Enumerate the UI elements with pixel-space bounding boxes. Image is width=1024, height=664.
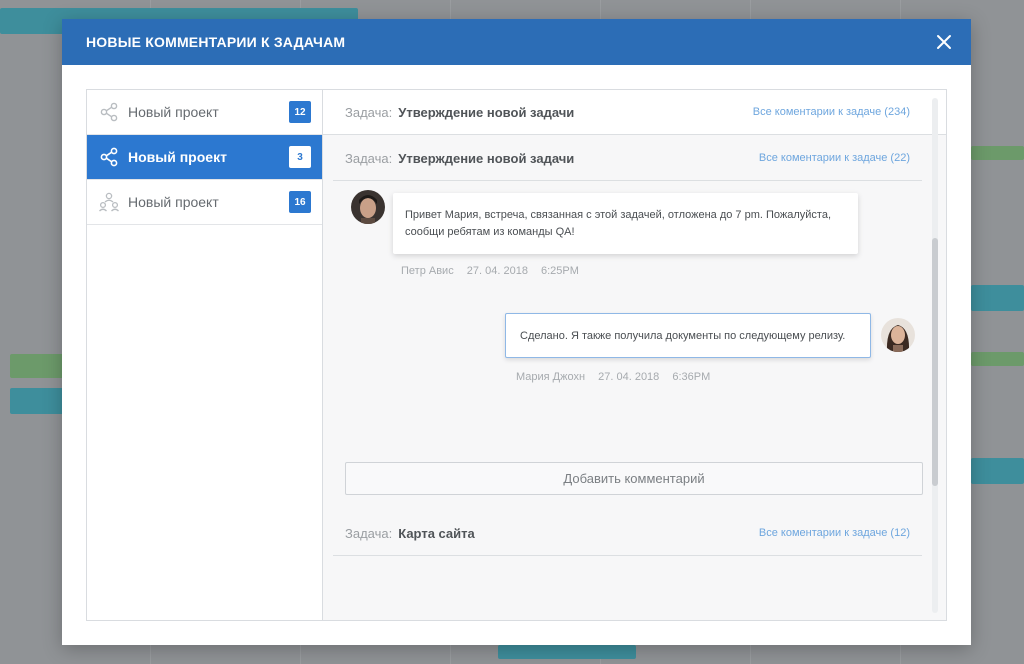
sidebar-item-label: Новый проект <box>128 104 219 120</box>
comment-date: 27. 04. 2018 <box>466 265 528 277</box>
avatar <box>881 318 915 352</box>
gantt-bar <box>971 146 1024 160</box>
sidebar-item-project-1[interactable]: Новый проект 12 <box>87 90 322 135</box>
gantt-bar <box>10 388 64 414</box>
avatar <box>351 190 385 224</box>
comments-panel: Задача: Утверждение новой задачи Все ком… <box>323 90 946 620</box>
count-badge: 3 <box>289 146 311 168</box>
gantt-bar <box>10 354 64 378</box>
gantt-bar <box>971 285 1024 311</box>
team-icon <box>98 191 120 213</box>
comment-time: 6:36PM <box>672 371 711 383</box>
sidebar-item-project-2[interactable]: Новый проект 3 <box>87 135 322 180</box>
comment-author: Петр Авис <box>401 265 454 277</box>
comment-time: 6:25PM <box>541 265 579 277</box>
task-prefix: Задача: <box>345 525 393 541</box>
task-prefix: Задача: <box>345 150 393 166</box>
all-comments-link[interactable]: Все коментарии к задаче (22) <box>759 152 910 164</box>
count-badge: 16 <box>289 191 311 213</box>
share-icon <box>98 146 120 168</box>
task-name: Утверждение новой задачи <box>398 150 575 166</box>
gantt-bar <box>498 645 636 659</box>
all-comments-link[interactable]: Все коментарии к задаче (234) <box>753 106 910 118</box>
task-name: Утверждение новой задачи <box>398 104 575 120</box>
comment-date: 27. 04. 2018 <box>598 371 660 383</box>
sidebar-item-label: Новый проект <box>128 149 227 165</box>
gantt-bar <box>971 352 1024 366</box>
modal-header: НОВЫЕ КОММЕНТАРИИ К ЗАДАЧАМ <box>62 19 971 65</box>
comment-text: Привет Мария, встреча, связанная с этой … <box>405 209 832 221</box>
scrollbar[interactable] <box>932 98 938 613</box>
all-comments-link[interactable]: Все коментарии к задаче (12) <box>759 527 910 539</box>
modal-title: НОВЫЕ КОММЕНТАРИИ К ЗАДАЧАМ <box>86 34 346 50</box>
scrollbar-thumb[interactable] <box>932 238 938 486</box>
comments-modal: НОВЫЕ КОММЕНТАРИИ К ЗАДАЧАМ Новый проект… <box>62 19 971 645</box>
comment-meta: Петр Авис 27. 04. 2018 6:25PM <box>401 265 589 277</box>
task-name: Карта сайта <box>398 525 475 541</box>
sidebar-item-label: Новый проект <box>128 194 219 210</box>
modal-body: Новый проект 12 Новый проект 3 Новый про… <box>86 89 947 621</box>
close-icon[interactable] <box>933 31 955 53</box>
comment-author: Мария Джохн <box>516 371 586 383</box>
comment-text: Сделано. Я также получила документы по с… <box>520 330 846 342</box>
task-row[interactable]: Задача: Утверждение новой задачи Все ком… <box>323 90 946 135</box>
comment-meta: Мария Джохн 27. 04. 2018 6:36PM <box>516 371 720 383</box>
task-prefix: Задача: <box>345 104 393 120</box>
comment-bubble: Привет Мария, встреча, связанная с этой … <box>393 193 858 254</box>
add-comment-button[interactable]: Добавить комментарий <box>345 462 923 495</box>
comment-text: сообщи ребятам из команды QA! <box>405 226 575 238</box>
task-row[interactable]: Задача: Утверждение новой задачи Все ком… <box>333 136 922 181</box>
project-sidebar: Новый проект 12 Новый проект 3 Новый про… <box>87 90 323 620</box>
gantt-bar <box>971 458 1024 484</box>
count-badge: 12 <box>289 101 311 123</box>
sidebar-item-project-3[interactable]: Новый проект 16 <box>87 180 322 225</box>
task-row[interactable]: Задача: Карта сайта Все коментарии к зад… <box>333 511 922 556</box>
share-icon <box>98 101 120 123</box>
comment-bubble: Сделано. Я также получила документы по с… <box>505 313 871 358</box>
